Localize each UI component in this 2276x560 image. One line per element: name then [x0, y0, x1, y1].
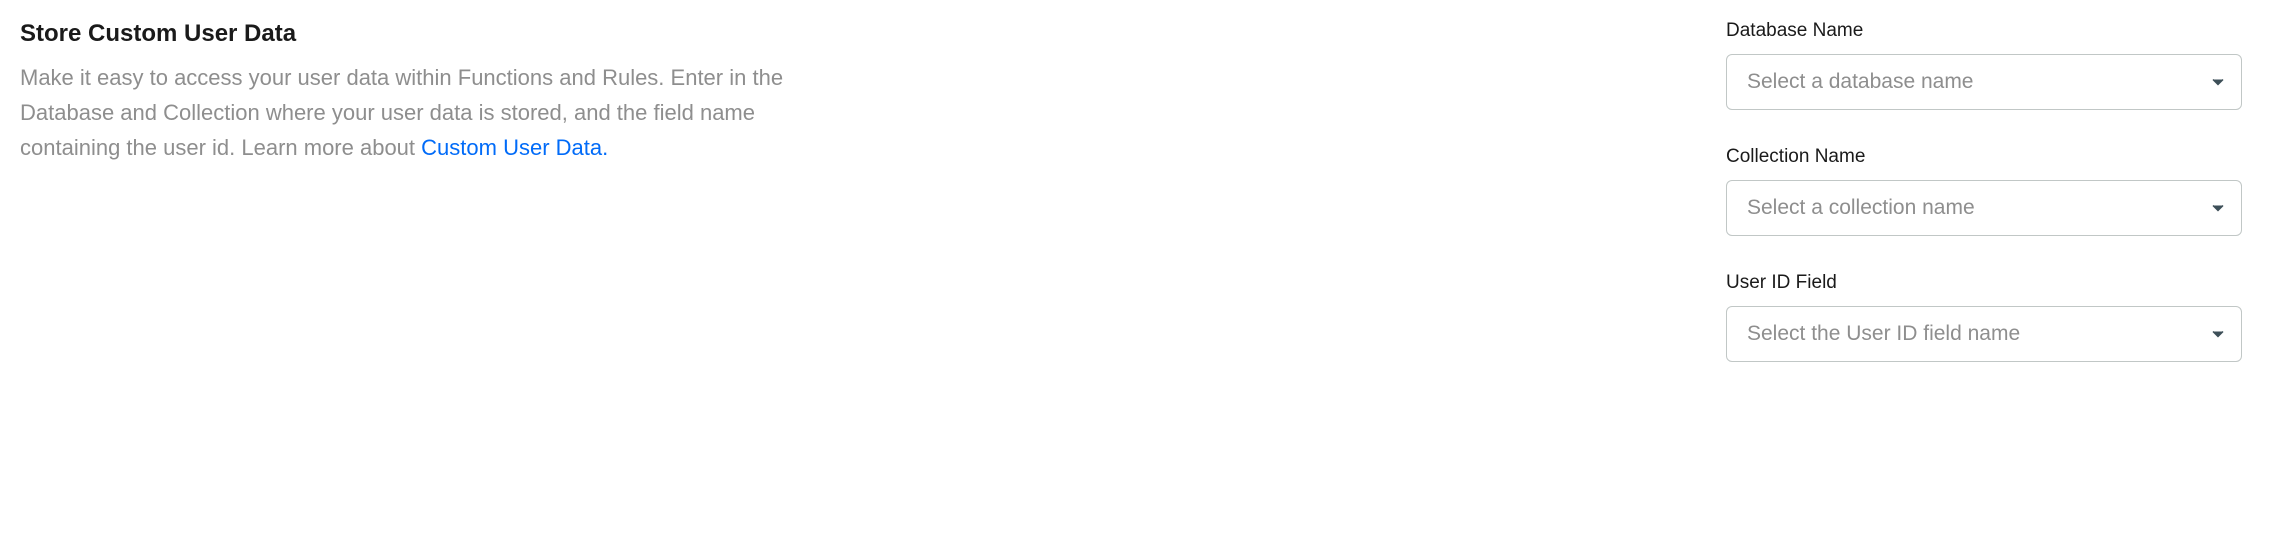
- collection-name-select[interactable]: Select a collection name: [1726, 180, 2242, 236]
- form-column: Database Name Select a database name Col…: [1726, 20, 2256, 398]
- custom-user-data-section: Store Custom User Data Make it easy to a…: [20, 20, 2256, 398]
- database-name-field: Database Name Select a database name: [1726, 20, 2242, 110]
- collection-name-field: Collection Name Select a collection name: [1726, 146, 2242, 236]
- database-name-select[interactable]: Select a database name: [1726, 54, 2242, 110]
- custom-user-data-link[interactable]: Custom User Data.: [421, 135, 608, 160]
- user-id-placeholder: Select the User ID field name: [1747, 322, 2020, 346]
- section-title: Store Custom User Data: [20, 20, 840, 48]
- description-text: Make it easy to access your user data wi…: [20, 65, 783, 160]
- database-name-label: Database Name: [1726, 20, 2242, 42]
- user-id-field: User ID Field Select the User ID field n…: [1726, 272, 2242, 362]
- database-name-placeholder: Select a database name: [1747, 70, 1974, 94]
- user-id-select[interactable]: Select the User ID field name: [1726, 306, 2242, 362]
- description-column: Store Custom User Data Make it easy to a…: [20, 20, 860, 398]
- user-id-label: User ID Field: [1726, 272, 2242, 294]
- section-description: Make it easy to access your user data wi…: [20, 60, 840, 166]
- collection-name-select-wrapper: Select a collection name: [1726, 180, 2242, 236]
- collection-name-placeholder: Select a collection name: [1747, 196, 1975, 220]
- database-name-select-wrapper: Select a database name: [1726, 54, 2242, 110]
- user-id-select-wrapper: Select the User ID field name: [1726, 306, 2242, 362]
- collection-name-label: Collection Name: [1726, 146, 2242, 168]
